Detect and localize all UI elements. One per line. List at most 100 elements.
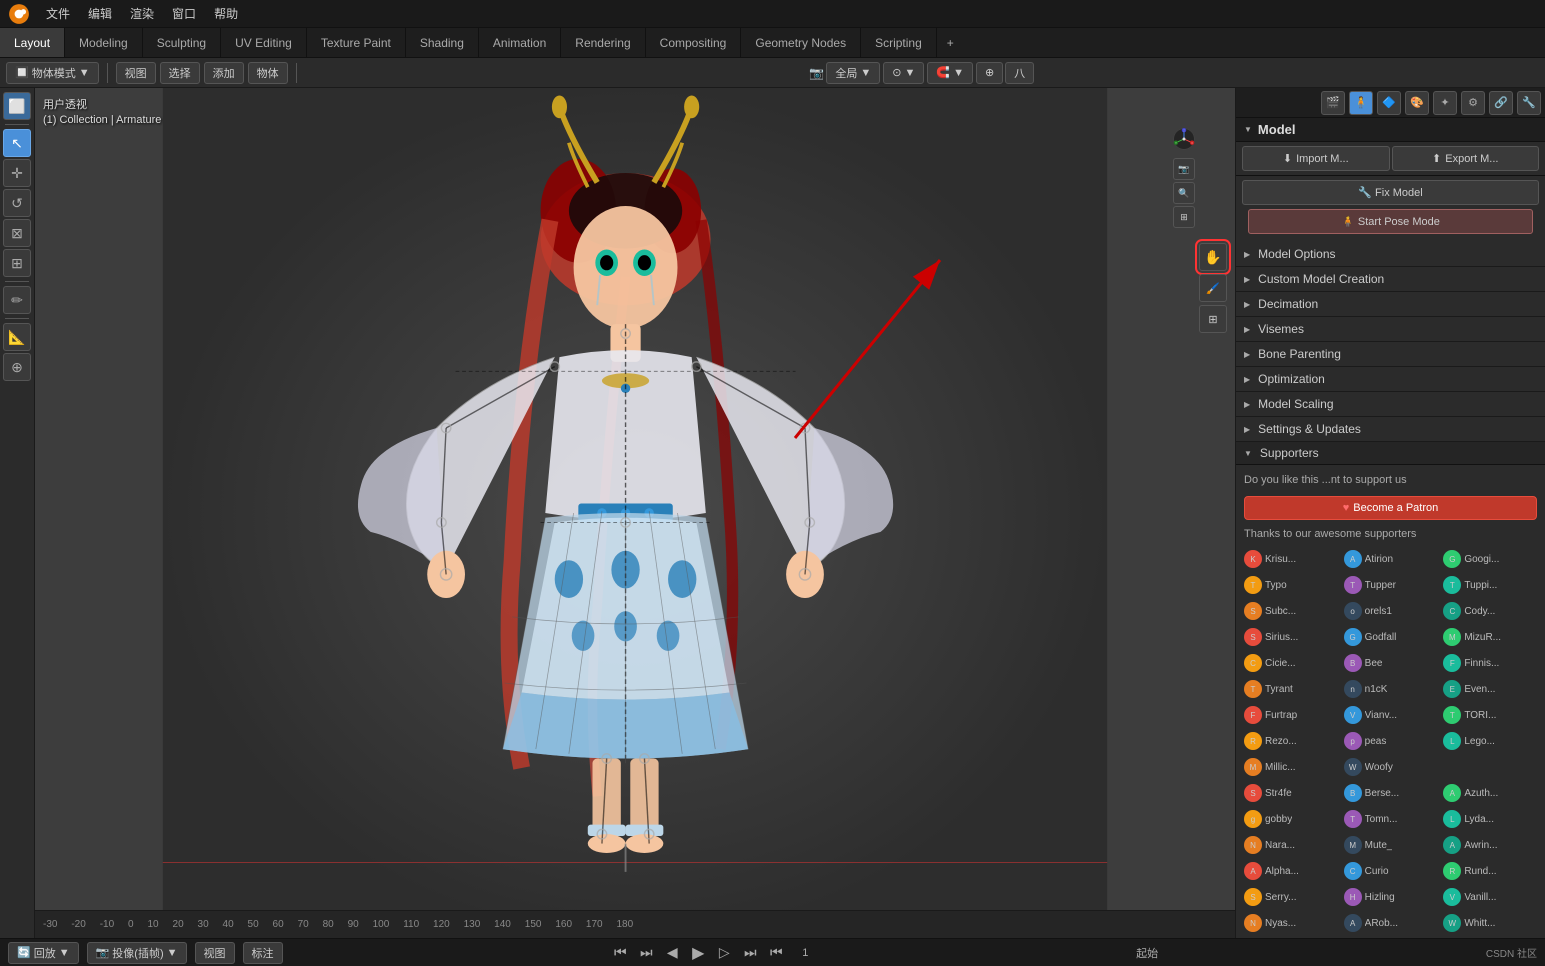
nav-gizmo[interactable]: Z X Y 📷 🔍 ⊞ [1149,128,1219,228]
tab-texture-paint[interactable]: Texture Paint [307,28,406,57]
camera-mode-btn[interactable]: 📷 投像(插帧) ▼ [87,942,187,964]
list-item[interactable]: BBerse... [1342,782,1440,804]
section-optimization[interactable]: Optimization [1236,367,1545,392]
list-item[interactable]: NNara... [1242,834,1340,856]
list-item[interactable]: MMillic... [1242,756,1340,778]
list-item[interactable]: SSubc... [1242,600,1340,622]
list-item[interactable]: AAtirion [1342,548,1440,570]
scale-tool[interactable]: ⊠ [3,219,31,247]
list-item[interactable]: SSerry... [1242,886,1340,908]
menu-window[interactable]: 窗口 [164,3,204,24]
tab-sculpting[interactable]: Sculpting [143,28,221,57]
transform-tool[interactable]: ⊞ [3,249,31,277]
annotate-tool[interactable]: ✏ [3,286,31,314]
grid-btn[interactable]: ⊞ [1173,206,1195,228]
object-menu-btn[interactable]: 物体 [248,62,288,84]
rpanel-icon-physics[interactable]: ⚙ [1461,91,1485,115]
rpanel-icon-mesh[interactable]: 🔷 [1377,91,1401,115]
tab-add-button[interactable]: + [937,30,964,56]
list-item[interactable]: TTyrant [1242,678,1340,700]
list-item[interactable]: FFurtrap [1242,704,1340,726]
list-item[interactable]: NNyas... [1242,912,1340,934]
list-item[interactable]: TTomn... [1342,808,1440,830]
proportional-edit-btn[interactable]: ⊕ [976,62,1003,84]
playback-mode-btn[interactable]: 🔄 回放 ▼ [8,942,79,964]
list-item[interactable]: BBee [1342,652,1440,674]
list-item[interactable]: AAwrin... [1441,834,1539,856]
viewport-3d[interactable]: 用户透视 (1) Collection | Armature [35,88,1235,938]
tab-geometry-nodes[interactable]: Geometry Nodes [741,28,861,57]
list-item[interactable]: CCody... [1441,600,1539,622]
anim-play-pause[interactable]: ▶ [688,943,708,963]
list-item[interactable]: CCurio [1342,860,1440,882]
list-item[interactable]: LLyda... [1441,808,1539,830]
list-item[interactable]: FFinnis... [1441,652,1539,674]
anim-next-keyframe[interactable]: ⏭ [740,943,760,963]
list-item[interactable]: WWhitt... [1441,912,1539,934]
tab-compositing[interactable]: Compositing [646,28,742,57]
zoom-btn[interactable]: 🔍 [1173,182,1195,204]
view-selector[interactable]: 全局 ▼ [826,62,880,84]
measure-tool[interactable]: 📐 [3,323,31,351]
cursor-tool[interactable]: ↖ [3,129,31,157]
list-item[interactable]: GGodfall [1342,626,1440,648]
pivot-dropdown[interactable]: ⊙ ▼ [883,62,924,84]
tab-shading[interactable]: Shading [406,28,479,57]
tab-modeling[interactable]: Modeling [65,28,143,57]
list-item[interactable]: CCicie... [1242,652,1340,674]
list-item[interactable]: LLego... [1441,730,1539,752]
list-item[interactable]: TTuppi... [1441,574,1539,596]
list-item[interactable]: VVanill... [1441,886,1539,908]
start-pose-mode-btn[interactable]: 🧍 Start Pose Mode [1248,209,1533,234]
section-visemes[interactable]: Visemes [1236,317,1545,342]
tab-rendering[interactable]: Rendering [561,28,645,57]
rpanel-icon-object[interactable]: 🧍 [1349,91,1373,115]
bottom-view-btn[interactable]: 视图 [195,942,235,964]
mode-selector[interactable]: 🔲 物体模式 ▼ [6,62,99,84]
section-settings-updates[interactable]: Settings & Updates [1236,417,1545,442]
grid-tool-btn[interactable]: ⊞ [1199,305,1227,333]
list-item[interactable]: TTypo [1242,574,1340,596]
add-cube-tool[interactable]: ⊕ [3,353,31,381]
export-model-btn[interactable]: ⬆ Export M... [1392,146,1540,171]
add-menu-btn[interactable]: 添加 [204,62,244,84]
list-item[interactable]: AAlpha... [1242,860,1340,882]
section-model-options[interactable]: Model Options [1236,242,1545,267]
rpanel-icon-particle[interactable]: ✦ [1433,91,1457,115]
menu-render[interactable]: 渲染 [122,3,162,24]
list-item[interactable]: AAzuth... [1441,782,1539,804]
list-item[interactable]: ppeas [1342,730,1440,752]
section-custom-model-creation[interactable]: Custom Model Creation [1236,267,1545,292]
anim-skip-end[interactable]: ⏮ [766,943,786,963]
section-bone-parenting[interactable]: Bone Parenting [1236,342,1545,367]
list-item[interactable]: TTORI... [1441,704,1539,726]
anim-step-forward[interactable]: ▷ [714,943,734,963]
select-menu-btn[interactable]: 选择 [160,62,200,84]
tab-animation[interactable]: Animation [479,28,561,57]
list-item[interactable]: EEven... [1441,678,1539,700]
menu-edit[interactable]: 编辑 [80,3,120,24]
list-item[interactable]: RRezo... [1242,730,1340,752]
hand-tool-btn[interactable]: ✋ [1199,243,1227,271]
menu-file[interactable]: 文件 [38,3,78,24]
anim-skip-start[interactable]: ⏮ [610,943,630,963]
list-item[interactable]: oorels1 [1342,600,1440,622]
list-item[interactable]: MMute_ [1342,834,1440,856]
list-item[interactable]: SStr4fe [1242,782,1340,804]
list-item[interactable]: ggobby [1242,808,1340,830]
paint-tool-btn[interactable]: 🖌️ [1199,274,1227,302]
rotate-tool[interactable]: ↺ [3,189,31,217]
view-menu-btn[interactable]: 视图 [116,62,156,84]
supporters-section[interactable]: Supporters Do you like this ...nt to sup… [1236,442,1545,938]
list-item[interactable]: MMizuR... [1441,626,1539,648]
list-item[interactable]: RRund... [1441,860,1539,882]
anim-prev-keyframe[interactable]: ⏭ [636,943,656,963]
rpanel-icon-scene[interactable]: 🎬 [1321,91,1345,115]
anim-step-back[interactable]: ◀ [662,943,682,963]
rpanel-icon-modifiers[interactable]: 🔧 [1517,91,1541,115]
rpanel-icon-material[interactable]: 🎨 [1405,91,1429,115]
rpanel-icon-constraints[interactable]: 🔗 [1489,91,1513,115]
list-item[interactable]: TTupper [1342,574,1440,596]
list-item[interactable]: GGoogi... [1441,548,1539,570]
camera-perspective-btn[interactable]: 📷 [1173,158,1195,180]
